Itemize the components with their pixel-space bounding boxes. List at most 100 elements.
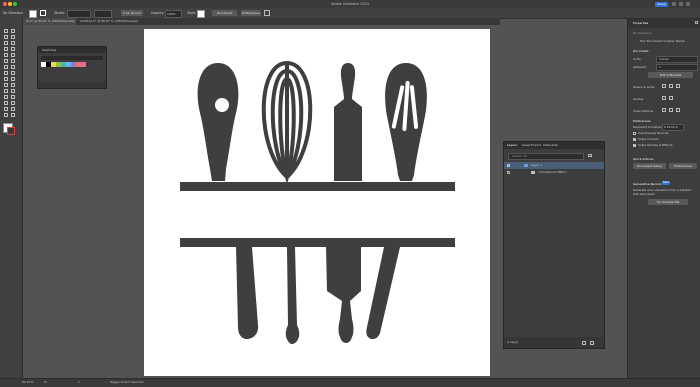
keyboard-increment-field[interactable]: 0.0139 in: [662, 124, 684, 131]
tab-layers[interactable]: Layers: [507, 142, 517, 149]
swatch-item[interactable]: [51, 62, 56, 67]
mesh-tool-icon[interactable]: [4, 89, 8, 93]
brush-definition-dropdown[interactable]: 5 pt. Round: [121, 10, 143, 16]
spoon-hole: [215, 98, 229, 112]
swatch-item[interactable]: [41, 62, 46, 67]
grid-icon[interactable]: [669, 84, 673, 88]
zoom-level[interactable]: 80.67%: [22, 378, 33, 386]
scale-strokes-checkbox[interactable]: [633, 144, 636, 147]
tab-artboards[interactable]: Artboards: [543, 142, 558, 149]
ellipse-tool-icon[interactable]: [11, 53, 15, 57]
scale-corners-checkbox[interactable]: [633, 138, 636, 141]
share-button[interactable]: Share: [655, 1, 668, 7]
sublayer-row[interactable]: <Compound Path>: [504, 169, 604, 176]
panel-menu-icon[interactable]: [695, 21, 698, 24]
tab-untitled-document[interactable]: Untitled-1* @ 80.67 % (CMYK/Preview): [76, 18, 140, 25]
layers-search-input[interactable]: Search All: [508, 153, 584, 160]
fill-color-swatch[interactable]: [29, 10, 37, 18]
slotted-spoon-handle: [366, 247, 400, 340]
hand-tool-icon[interactable]: [4, 113, 8, 117]
document-section-label: Document: [633, 49, 649, 53]
snap-pixel-icon[interactable]: [676, 108, 680, 112]
try-sample-file-button[interactable]: Try Sample File: [648, 199, 688, 205]
selection-tool-icon[interactable]: [4, 29, 8, 33]
qa-document-setup-button[interactable]: Document Setup: [633, 163, 666, 169]
artboard-value: 1: [659, 65, 661, 69]
pencil-tool-icon[interactable]: [11, 59, 15, 63]
arrange-icon[interactable]: [264, 10, 270, 16]
width-tool-icon[interactable]: [4, 77, 8, 81]
arrange-documents-icon[interactable]: [679, 2, 683, 6]
gradient-tool-icon[interactable]: [11, 89, 15, 93]
type-tool-icon[interactable]: [4, 47, 8, 51]
free-transform-tool-icon[interactable]: [11, 77, 15, 81]
swatch-item[interactable]: [56, 62, 61, 67]
swatch-item[interactable]: [46, 62, 51, 67]
pen-tool-icon[interactable]: [4, 41, 8, 45]
direct-selection-tool-icon[interactable]: [11, 29, 15, 33]
eyedropper-tool-icon[interactable]: [4, 95, 8, 99]
opacity-field[interactable]: 100%: [165, 10, 182, 18]
artboard-tool-icon[interactable]: [4, 107, 8, 111]
artboard[interactable]: [144, 29, 490, 376]
zoom-tool-icon[interactable]: [11, 113, 15, 117]
swatch-item[interactable]: [71, 62, 76, 67]
sublayer-name[interactable]: <Compound Path>: [538, 169, 567, 176]
swatches-search[interactable]: [41, 56, 103, 60]
tab-tool-document[interactable]: Tool* @ 80.67 % (CMYK/Preview): [22, 18, 76, 25]
symbol-sprayer-tool-icon[interactable]: [4, 101, 8, 105]
kitchen-utensils-monogram-art[interactable]: [144, 29, 490, 376]
guides-lock-icon[interactable]: [669, 96, 673, 100]
eye-icon[interactable]: [507, 164, 510, 167]
lasso-tool-icon[interactable]: [11, 35, 15, 39]
stroke-indicator[interactable]: [7, 127, 15, 135]
blend-tool-icon[interactable]: [11, 95, 15, 99]
curvature-tool-icon[interactable]: [11, 41, 15, 45]
perspective-tool-icon[interactable]: [11, 83, 15, 87]
units-dropdown[interactable]: Inches: [656, 56, 698, 63]
line-tool-icon[interactable]: [11, 47, 15, 51]
layers-panel: Layers Asset Export Artboards Search All…: [503, 141, 605, 349]
variable-width-profile[interactable]: [94, 10, 112, 18]
qa-preferences-button[interactable]: Preferences: [669, 163, 697, 169]
tab-asset-export[interactable]: Asset Export: [522, 142, 541, 149]
guides-show-icon[interactable]: [662, 96, 666, 100]
rotation-value[interactable]: 0°: [44, 378, 47, 386]
layer-row[interactable]: Layer 1: [504, 162, 604, 169]
graph-tool-icon[interactable]: [11, 101, 15, 105]
slice-tool-icon[interactable]: [11, 107, 15, 111]
artboard-navigation[interactable]: 1: [78, 378, 80, 386]
pixel-grid-icon[interactable]: [676, 84, 680, 88]
magic-wand-tool-icon[interactable]: [4, 35, 8, 39]
paintbrush-tool-icon[interactable]: [4, 59, 8, 63]
swatch-item[interactable]: [76, 62, 81, 67]
eraser-tool-icon[interactable]: [11, 65, 15, 69]
filter-icon[interactable]: [588, 154, 592, 157]
layer-name[interactable]: Layer 1: [531, 162, 542, 169]
preferences-section-label: Preferences: [633, 119, 651, 123]
rectangle-tool-icon[interactable]: [4, 53, 8, 57]
shape-builder-tool-icon[interactable]: [4, 83, 8, 87]
swatch-item[interactable]: [81, 62, 86, 67]
swatch-item[interactable]: [66, 62, 71, 67]
graphic-style-swatch[interactable]: [197, 10, 205, 18]
ruler-icon[interactable]: [662, 84, 666, 88]
rotate-tool-icon[interactable]: [4, 71, 8, 75]
snap-grid-icon[interactable]: [669, 108, 673, 112]
edit-artboards-button[interactable]: Edit Artboards: [648, 72, 693, 78]
swatch-item[interactable]: [61, 62, 66, 67]
stroke-color-swatch[interactable]: [40, 10, 46, 16]
artboard-dropdown[interactable]: 1: [656, 64, 698, 71]
search-icon[interactable]: [672, 2, 676, 6]
new-layer-icon[interactable]: [582, 341, 586, 345]
delete-layer-icon[interactable]: [590, 341, 594, 345]
shaper-tool-icon[interactable]: [4, 65, 8, 69]
stroke-weight-field[interactable]: [67, 10, 91, 18]
scale-tool-icon[interactable]: [11, 71, 15, 75]
preview-bounds-checkbox[interactable]: [633, 132, 636, 135]
document-setup-button[interactable]: Document Setup: [212, 10, 237, 21]
preferences-button[interactable]: Preferences: [241, 10, 261, 16]
snap-point-icon[interactable]: [662, 108, 666, 112]
eye-icon[interactable]: [507, 171, 510, 174]
workspace-icon[interactable]: [686, 2, 690, 6]
